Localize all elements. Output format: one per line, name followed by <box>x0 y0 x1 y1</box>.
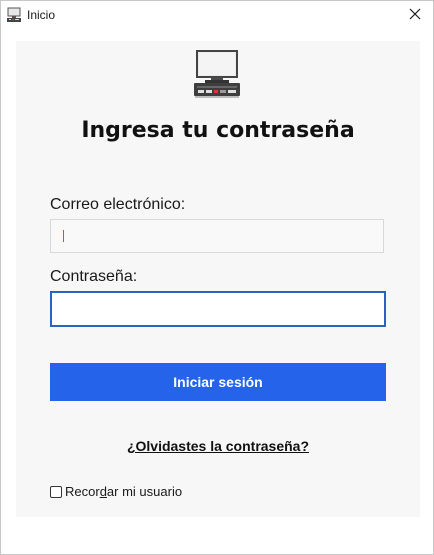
password-field[interactable] <box>50 291 386 327</box>
email-field[interactable] <box>50 219 384 253</box>
remember-user-label: Recordar mi usuario <box>65 484 183 499</box>
computer-icon <box>6 7 22 23</box>
password-label: Contraseña: <box>50 268 138 285</box>
login-window: Inicio Ingresa tu contraseña Correo elec… <box>0 0 434 555</box>
title-bar: Inicio <box>1 1 433 30</box>
login-panel: Ingresa tu contraseña Correo electrónico… <box>16 41 420 517</box>
computer-icon <box>193 49 241 99</box>
close-button[interactable] <box>397 1 433 30</box>
window-title: Inicio <box>27 8 56 22</box>
text-caret <box>63 230 64 242</box>
remember-user-checkbox[interactable] <box>50 485 62 498</box>
sign-in-button[interactable]: Iniciar sesión <box>50 363 386 401</box>
email-label: Correo electrónico: <box>50 196 186 213</box>
page-title: Ingresa tu contraseña <box>81 118 355 143</box>
remember-user[interactable]: Recordar mi usuario <box>50 484 182 499</box>
forgot-password-link[interactable]: ¿Olvidastes la contraseña? <box>16 438 420 454</box>
close-icon <box>409 7 421 25</box>
